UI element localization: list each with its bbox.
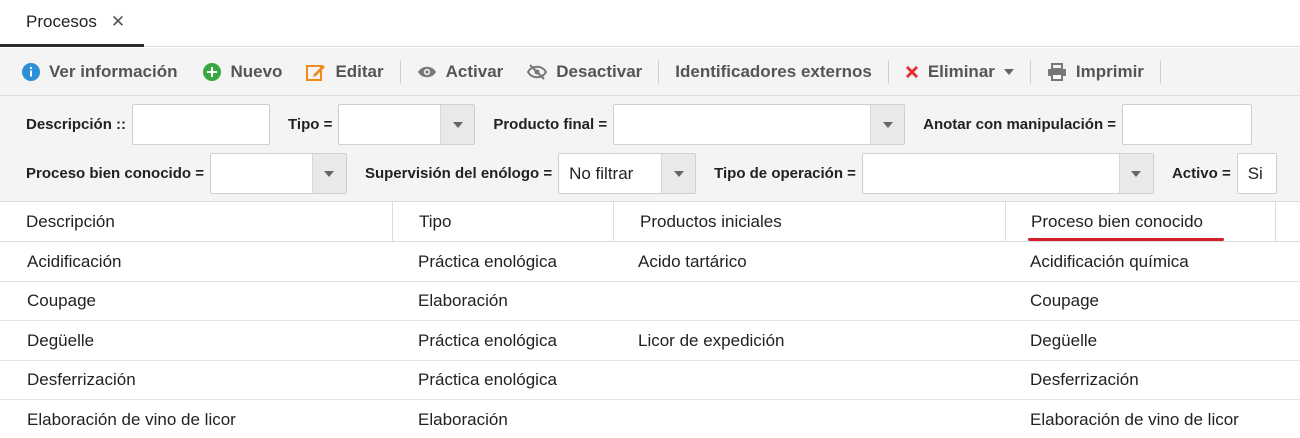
column-header-proceso-conocido[interactable]: Proceso bien conocido [1006, 202, 1276, 242]
proceso-conocido-filter-select[interactable] [209, 153, 347, 194]
table-cell: Degüelle [27, 330, 95, 350]
table-body: Acidificación Práctica enológica Acido tar… [0, 242, 1300, 438]
filter-label-supervision: Supervisión del enólogo = [364, 165, 553, 182]
table-row[interactable]: Elaboración de vino de licor Elaboración E… [0, 400, 1300, 438]
filter-panel: Descripción :: Tipo = Producto final = A… [0, 96, 1300, 202]
table-cell: Acidificación [27, 251, 122, 271]
table-cell: Acido tartárico [638, 251, 747, 271]
activate-label: Activar [445, 61, 504, 81]
filter-label-anotar: Anotar con manipulación = [923, 116, 1117, 133]
info-icon [22, 62, 40, 81]
activate-button[interactable]: Activar [417, 61, 504, 82]
table-cell: Desferrización [1030, 370, 1139, 389]
print-label: Imprimir [1075, 61, 1144, 81]
tab-label: Procesos [26, 12, 97, 31]
toolbar-divider [658, 59, 660, 84]
toolbar-divider [1029, 59, 1031, 84]
table-cell: Coupage [27, 291, 97, 310]
filter-row: Proceso bien conocido = Supervisión del … [26, 153, 1277, 194]
external-ids-button[interactable]: Identificadores externos [675, 62, 872, 82]
filter-label-activo: Activo = [1171, 165, 1231, 182]
column-header-tipo[interactable]: Tipo [393, 202, 614, 242]
column-header-descripcion[interactable]: Descripción [0, 202, 393, 242]
toolbar-divider [1159, 59, 1161, 84]
table-cell: Licor de expedición [638, 330, 785, 350]
close-icon[interactable]: ✕ [111, 12, 125, 32]
delete-x-icon [905, 65, 919, 79]
chevron-down-icon[interactable] [1003, 68, 1014, 75]
filter-label-producto-final: Producto final = [493, 116, 608, 133]
filter-label-tipo-operacion: Tipo de operación = [714, 165, 856, 182]
table-cell: Elaboración [418, 409, 508, 429]
table-header: Descripción Tipo Productos iniciales Pro… [0, 202, 1300, 242]
activo-filter-select[interactable]: Si [1236, 153, 1277, 194]
table-row[interactable]: Acidificación Práctica enológica Acido tar… [0, 242, 1300, 282]
processes-table: Descripción Tipo Productos iniciales Pro… [0, 202, 1300, 438]
descripcion-filter-input[interactable] [132, 104, 271, 145]
table-row[interactable]: Degüelle Práctica enológica Licor de exped… [0, 321, 1300, 361]
info-label: Ver información [49, 61, 178, 81]
table-cell: Coupage [1030, 291, 1100, 310]
supervision-filter-select[interactable]: No filtrar [558, 153, 697, 194]
plus-circle-icon [203, 62, 222, 81]
tipo-filter-value [339, 105, 440, 144]
proceso-conocido-filter-value [211, 154, 312, 193]
edit-button[interactable]: Editar [306, 61, 384, 82]
filter-label-tipo: Tipo = [288, 116, 333, 133]
toolbar: Ver información Nuevo Editar Activar Des… [0, 48, 1300, 96]
edit-label: Editar [335, 61, 384, 81]
filter-label-descripcion: Descripción :: [26, 116, 127, 133]
table-row[interactable]: Desferrización Práctica enológica Desferri… [0, 361, 1300, 400]
tab-procesos[interactable]: Procesos ✕ [0, 0, 144, 47]
delete-label: Eliminar [927, 61, 995, 81]
chevron-down-icon[interactable] [311, 154, 346, 193]
external-ids-label: Identificadores externos [675, 61, 872, 81]
producto-final-filter-select[interactable] [613, 104, 906, 145]
tipo-operacion-filter-select[interactable] [861, 153, 1154, 194]
table-cell: Práctica enológica [418, 370, 557, 389]
deactivate-button[interactable]: Desactivar [527, 62, 642, 82]
chevron-down-icon[interactable] [870, 105, 905, 144]
printer-icon [1047, 62, 1067, 81]
edit-icon [306, 63, 326, 81]
eye-slash-icon [527, 63, 548, 80]
table-cell: Práctica enológica [418, 251, 557, 271]
table-cell: Elaboración [418, 291, 508, 310]
tab-bar: Procesos ✕ [0, 0, 1300, 47]
new-label: Nuevo [230, 61, 283, 81]
table-cell: Desferrización [27, 370, 136, 389]
filter-row: Descripción :: Tipo = Producto final = A… [26, 104, 1253, 145]
delete-button[interactable]: Eliminar [905, 62, 1014, 82]
tipo-operacion-filter-value [863, 154, 1119, 193]
toolbar-divider [399, 59, 401, 84]
chevron-down-icon[interactable] [661, 154, 696, 193]
table-row[interactable]: Coupage Elaboración Coupage [0, 282, 1300, 321]
toolbar-divider [887, 59, 889, 84]
tipo-filter-select[interactable] [338, 104, 476, 145]
table-cell: Degüelle [1030, 330, 1098, 350]
anotar-filter-input[interactable] [1122, 104, 1253, 145]
table-cell: Elaboración de vino de licor [27, 409, 236, 429]
table-cell: Elaboración de vino de licor [1030, 409, 1239, 429]
producto-final-filter-value [614, 105, 870, 144]
eye-icon [417, 65, 437, 79]
chevron-down-icon[interactable] [440, 105, 475, 144]
chevron-down-icon[interactable] [1118, 154, 1153, 193]
table-cell: Acidificación química [1030, 251, 1189, 271]
info-button[interactable]: Ver información [22, 62, 177, 82]
supervision-filter-value: No filtrar [569, 163, 634, 183]
column-header-productos-iniciales[interactable]: Productos iniciales [614, 202, 1006, 242]
table-cell: Práctica enológica [418, 330, 557, 350]
new-button[interactable]: Nuevo [203, 62, 282, 82]
filter-label-proceso-conocido: Proceso bien conocido = [26, 165, 204, 182]
deactivate-label: Desactivar [556, 61, 643, 81]
print-button[interactable]: Imprimir [1047, 62, 1144, 82]
